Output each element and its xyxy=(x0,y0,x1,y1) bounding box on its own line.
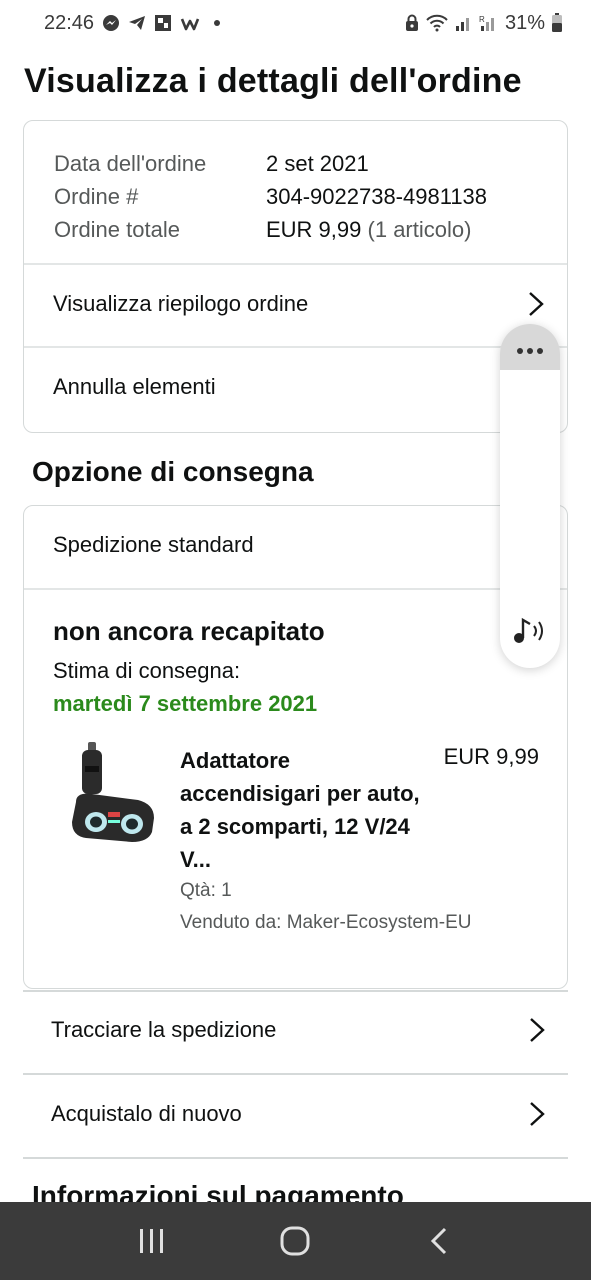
order-item-count: (1 articolo) xyxy=(367,217,472,242)
buy-again-link[interactable]: Acquistalo di nuovo xyxy=(23,1072,568,1156)
delivery-estimate-label: Stima di consegna: xyxy=(53,658,241,683)
home-icon xyxy=(280,1226,310,1256)
wifi-icon xyxy=(425,14,449,32)
cancel-items-label: Annulla elementi xyxy=(53,374,216,399)
back-button[interactable] xyxy=(409,1211,469,1271)
divider xyxy=(23,1157,568,1159)
delivery-section-title: Opzione di consegna xyxy=(32,456,314,487)
delivery-estimate-date: martedì 7 settembre 2021 xyxy=(53,691,318,716)
order-summary-card: Data dell'ordine 2 set 2021 Ordine # 304… xyxy=(23,120,568,433)
messenger-icon xyxy=(102,14,120,32)
audio-note-icon[interactable] xyxy=(510,616,550,646)
lock-icon xyxy=(405,14,419,32)
system-nav-bar xyxy=(0,1202,591,1280)
order-total-label: Ordine totale xyxy=(54,217,180,242)
signal-icon xyxy=(455,14,473,32)
divider xyxy=(24,588,567,590)
page-title: Visualizza i dettagli dell'ordine xyxy=(24,62,522,100)
app-icon xyxy=(154,14,172,32)
chevron-right-icon xyxy=(530,1102,545,1126)
battery-icon xyxy=(551,13,563,33)
order-info: Data dell'ordine 2 set 2021 Ordine # 304… xyxy=(54,147,487,246)
chevron-right-icon xyxy=(529,292,544,316)
telegram-icon xyxy=(128,14,146,32)
order-number-label: Ordine # xyxy=(54,184,139,209)
battery-percentage: 31% xyxy=(504,11,545,34)
order-date-value: 2 set 2021 xyxy=(266,151,369,176)
track-shipment-link[interactable]: Tracciare la spedizione xyxy=(23,988,568,1072)
recent-apps-button[interactable] xyxy=(122,1211,182,1271)
product-title-link[interactable]: Adattatore accendisigari per auto, a 2 s… xyxy=(180,744,430,876)
order-date-label: Data dell'ordine xyxy=(54,151,207,176)
product-quantity: Qtà: 1 xyxy=(180,880,232,901)
order-number-value: 304-9022738-4981138 xyxy=(266,184,488,209)
back-icon xyxy=(431,1227,447,1255)
buy-again-label: Acquistalo di nuovo xyxy=(51,1101,242,1126)
recent-apps-icon xyxy=(139,1229,163,1253)
track-shipment-label: Tracciare la spedizione xyxy=(51,1017,277,1042)
svg-text:R: R xyxy=(479,15,485,24)
floating-side-panel[interactable] xyxy=(500,324,560,668)
product-price: EUR 9,99 xyxy=(443,744,539,769)
view-order-summary-link[interactable]: Visualizza riepilogo ordine xyxy=(24,263,567,345)
view-order-summary-label: Visualizza riepilogo ordine xyxy=(53,291,309,316)
order-number-row: Ordine # 304-9022738-4981138 xyxy=(54,180,487,213)
status-time: 22:46 xyxy=(44,11,95,34)
shipping-type: Spedizione standard xyxy=(53,532,254,557)
w-icon xyxy=(180,15,200,31)
more-options-icon[interactable] xyxy=(500,324,560,370)
order-total-value: EUR 9,99 (1 articolo) xyxy=(266,213,471,246)
chevron-right-icon xyxy=(530,1018,545,1042)
cancel-items-link[interactable]: Annulla elementi xyxy=(24,346,567,428)
notification-dot-icon xyxy=(214,20,221,26)
product-image[interactable] xyxy=(68,742,158,852)
signal-r-icon: R xyxy=(479,14,499,32)
order-total-amount: EUR 9,99 xyxy=(266,217,362,242)
home-button[interactable] xyxy=(265,1211,325,1271)
status-bar: 22:46 R 31% xyxy=(0,0,591,46)
delivery-card: Spedizione standard non ancora recapitat… xyxy=(23,505,568,989)
product-seller: Venduto da: Maker-Ecosystem-EU xyxy=(180,912,472,933)
delivery-status: non ancora recapitato xyxy=(53,616,325,646)
order-total-row: Ordine totale EUR 9,99 (1 articolo) xyxy=(54,213,487,246)
order-date-row: Data dell'ordine 2 set 2021 xyxy=(54,147,487,180)
